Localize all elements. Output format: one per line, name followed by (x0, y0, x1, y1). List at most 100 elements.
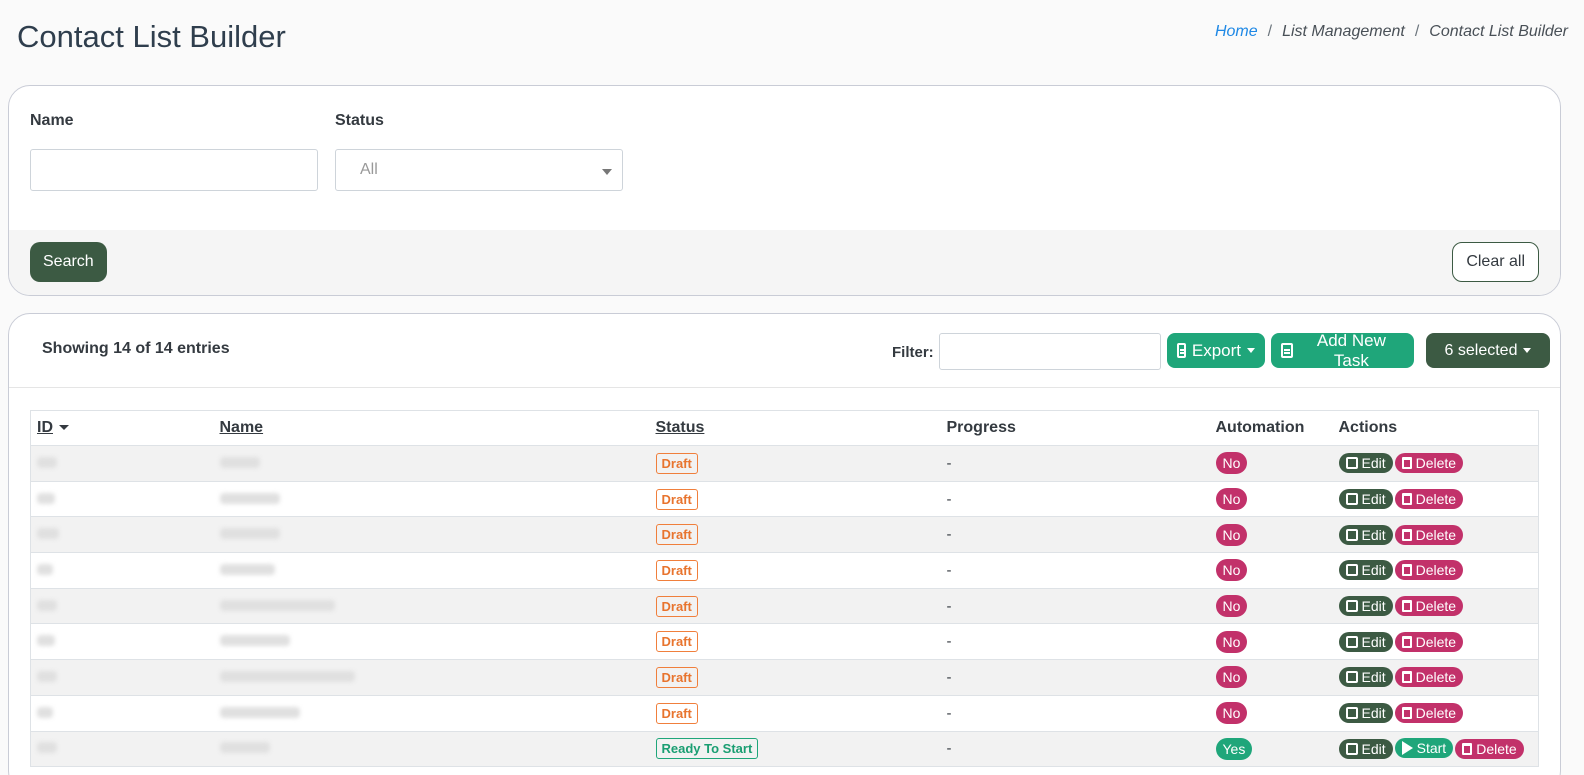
cell-name (213, 587, 650, 624)
cell-automation: No (1209, 552, 1333, 589)
column-header-name[interactable]: Name (213, 410, 650, 446)
cell-id (30, 552, 214, 589)
edit-icon (1345, 493, 1358, 506)
trash-icon (1401, 493, 1412, 506)
automation-badge: No (1215, 595, 1248, 618)
status-badge: Draft (655, 488, 698, 510)
trash-icon (1401, 707, 1412, 720)
status-badge: Ready To Start (655, 738, 759, 760)
cell-progress: - (940, 623, 1210, 660)
breadcrumb-separator: / (1267, 23, 1273, 40)
table-row: Draft - No Edit Delete (30, 694, 1539, 731)
edit-button[interactable]: Edit (1338, 489, 1393, 510)
clear-all-button[interactable]: Clear all (1452, 242, 1539, 282)
redacted-id (37, 670, 57, 682)
file-icon (1281, 343, 1293, 358)
delete-button[interactable]: Delete (1394, 489, 1464, 510)
delete-button[interactable]: Delete (1394, 667, 1464, 688)
cell-automation: No (1209, 659, 1333, 696)
status-select[interactable]: All (335, 149, 623, 191)
edit-button[interactable]: Edit (1338, 667, 1393, 688)
table-row: Draft - No Edit Delete (30, 480, 1539, 517)
entries-count: Showing 14 of 14 entries (42, 340, 230, 357)
edit-button[interactable]: Edit (1338, 703, 1393, 724)
tasks-table: ID Name Status Progress Automation Actio… (30, 410, 1539, 768)
breadcrumb-separator: / (1414, 23, 1420, 40)
cell-progress: - (940, 445, 1210, 482)
cell-status: Draft (649, 480, 941, 517)
automation-badge: No (1215, 559, 1248, 582)
export-label: Export (1191, 340, 1241, 360)
selected-columns-button[interactable]: 6 selected (1426, 333, 1550, 368)
edit-icon (1345, 635, 1358, 648)
delete-button[interactable]: Delete (1394, 631, 1464, 652)
status-badge: Draft (655, 666, 698, 688)
export-button[interactable]: Export (1167, 333, 1265, 368)
cell-automation: No (1209, 623, 1333, 660)
selected-label: 6 selected (1444, 341, 1518, 359)
status-badge: Draft (655, 631, 698, 653)
table-toolbar: Showing 14 of 14 entries Filter: Export … (9, 314, 1560, 388)
trash-icon (1462, 743, 1473, 756)
column-header-id[interactable]: ID (30, 410, 214, 446)
table-row: Draft - No Edit Delete (30, 516, 1539, 553)
search-button[interactable]: Search (30, 242, 107, 282)
redacted-id (37, 528, 59, 540)
edit-icon (1345, 600, 1358, 613)
redacted-name (219, 456, 260, 468)
edit-button[interactable]: Edit (1338, 453, 1393, 474)
redacted-name (219, 706, 300, 718)
excel-file-icon (1177, 343, 1186, 358)
name-input[interactable] (30, 149, 318, 191)
sort-desc-icon (59, 425, 69, 431)
automation-badge: No (1215, 666, 1248, 689)
cell-id (30, 659, 214, 696)
delete-button[interactable]: Delete (1394, 453, 1464, 474)
edit-button[interactable]: Edit (1338, 524, 1393, 545)
cell-progress: - (940, 659, 1210, 696)
cell-name (213, 516, 650, 553)
edit-button[interactable]: Edit (1338, 631, 1393, 652)
table-row: Draft - No Edit Delete (30, 659, 1539, 696)
trash-icon (1401, 600, 1412, 613)
cell-id (30, 623, 214, 660)
edit-icon (1345, 457, 1358, 470)
cell-progress: - (940, 552, 1210, 589)
add-new-task-label: Add New Task (1316, 330, 1386, 370)
cell-status: Draft (649, 587, 941, 624)
automation-badge: No (1215, 523, 1248, 546)
delete-button[interactable]: Delete (1394, 596, 1464, 617)
chevron-down-icon (602, 169, 612, 175)
automation-badge: No (1215, 488, 1248, 511)
breadcrumb-home[interactable]: Home (1215, 23, 1258, 41)
add-new-task-button[interactable]: Add New Task (1271, 330, 1414, 370)
redacted-name (219, 563, 275, 575)
filter-input[interactable] (939, 333, 1161, 370)
table-card: Showing 14 of 14 entries Filter: Export … (8, 313, 1561, 775)
cell-automation: No (1209, 694, 1333, 731)
redacted-name (219, 528, 280, 540)
edit-button[interactable]: Edit (1338, 739, 1393, 760)
cell-name (213, 730, 650, 767)
edit-button[interactable]: Edit (1338, 560, 1393, 581)
status-badge: Draft (655, 524, 698, 546)
delete-button[interactable]: Delete (1394, 560, 1464, 581)
delete-button[interactable]: Delete (1455, 739, 1524, 760)
cell-automation: No (1209, 445, 1333, 482)
redacted-id (37, 456, 57, 468)
cell-id (30, 480, 214, 517)
status-badge: Draft (655, 595, 698, 617)
edit-button[interactable]: Edit (1338, 596, 1393, 617)
start-button[interactable]: Start (1394, 738, 1454, 759)
automation-badge: No (1215, 630, 1248, 653)
delete-button[interactable]: Delete (1394, 524, 1464, 545)
trash-icon (1401, 528, 1412, 541)
redacted-id (37, 742, 57, 754)
delete-button[interactable]: Delete (1394, 703, 1464, 724)
redacted-id (37, 492, 55, 504)
cell-name (213, 659, 650, 696)
cell-actions: Edit Delete (1332, 516, 1539, 553)
chevron-down-icon (1247, 348, 1255, 353)
status-badge: Draft (655, 452, 698, 474)
column-header-status[interactable]: Status (649, 410, 941, 446)
